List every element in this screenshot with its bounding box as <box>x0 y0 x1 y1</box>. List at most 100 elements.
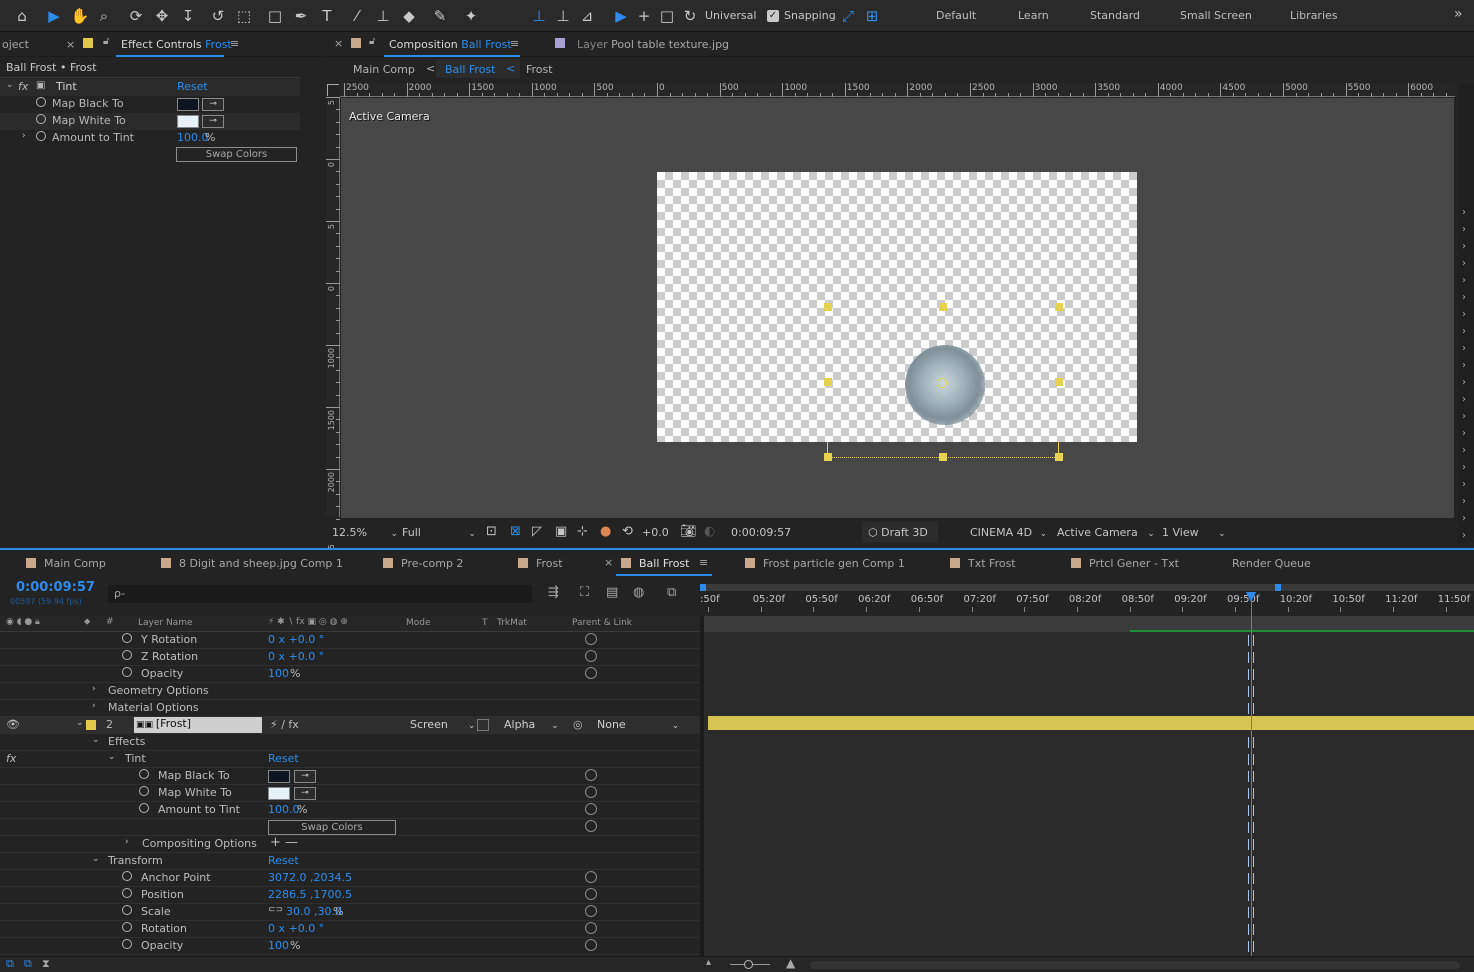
reset-link[interactable]: Reset <box>177 80 208 93</box>
expand-icon[interactable]: › <box>92 684 96 694</box>
pick-whip-icon[interactable] <box>585 888 597 900</box>
timeline-tab-digit-sheep[interactable]: 8 Digit and sheep.jpg Comp 1 <box>161 557 343 570</box>
modes-toggle-icon[interactable]: ⧉ <box>24 957 32 971</box>
layer-search-input[interactable]: ρ- <box>108 585 532 603</box>
timeline-scrollbar[interactable] <box>810 961 1460 969</box>
ruler-origin[interactable] <box>327 84 339 96</box>
timeline-tab-precomp2[interactable]: Pre-comp 2 <box>383 557 463 570</box>
timeline-tab-frost[interactable]: Frost <box>518 557 563 570</box>
collapsed-panel-arrow-icon[interactable]: › <box>1462 326 1466 337</box>
reset-link[interactable]: Reset <box>268 854 299 867</box>
lock-icon[interactable]: 🔓︎ <box>369 36 375 47</box>
timeline-timecode[interactable]: 0:00:09:57 <box>16 580 95 595</box>
expand-icon[interactable]: › <box>22 131 26 141</box>
eyedropper-icon[interactable]: ⊸ <box>294 787 316 800</box>
expand-icon[interactable]: › <box>92 701 96 711</box>
color-swatch-white[interactable] <box>177 115 199 128</box>
flow-frost[interactable]: Frost <box>526 63 553 76</box>
stopwatch-icon[interactable] <box>122 905 132 918</box>
eye-visibility-icon[interactable]: 👁︎ <box>6 718 20 731</box>
transform-handle[interactable] <box>939 453 947 461</box>
prop-value[interactable]: 100.0 <box>268 803 300 816</box>
trkmat-header[interactable]: TrkMat <box>497 618 527 628</box>
layer-name-header[interactable]: Layer Name <box>138 618 193 628</box>
mode-header[interactable]: Mode <box>406 618 431 628</box>
comp-canvas[interactable] <box>657 172 1137 442</box>
prop-value[interactable]: 100 <box>268 939 289 952</box>
parent-dropdown[interactable]: None ⌄ <box>597 718 679 731</box>
panel-menu-icon[interactable]: ≡ <box>510 37 519 50</box>
group-effects[interactable]: ⌄ Effects <box>0 734 700 751</box>
stopwatch-icon[interactable] <box>139 786 149 799</box>
eyedropper-icon[interactable]: ⊸ <box>202 115 224 128</box>
magnification-dropdown[interactable]: 12.5% ⌄ <box>332 526 398 544</box>
workspace-standard[interactable]: Standard <box>1090 9 1140 22</box>
collapsed-panel-arrow-icon[interactable]: › <box>1462 258 1466 269</box>
close-tab-icon[interactable]: × <box>66 38 75 51</box>
transparency-grid-icon[interactable]: ⊠ <box>510 524 521 542</box>
collapsed-panel-arrow-icon[interactable]: › <box>1462 241 1466 252</box>
av-switch-icons[interactable]: ◉ ◖ ● 🔒︎ <box>6 617 40 627</box>
transform-handle[interactable] <box>824 378 832 386</box>
add-remove-mask-icon[interactable]: + — <box>270 835 298 850</box>
stopwatch-icon[interactable] <box>36 97 46 110</box>
draft3d-toggle[interactable]: ⬡ Draft 3D <box>868 526 928 544</box>
collapsed-panel-arrow-icon[interactable]: › <box>1462 462 1466 473</box>
color-swatch-black[interactable] <box>177 98 199 111</box>
mask-visibility-icon[interactable]: ◸ <box>532 524 542 542</box>
timeline-tab-ball-frost[interactable]: Ball Frost <box>621 557 689 570</box>
shy-layers-icon[interactable]: ▤ <box>606 585 618 600</box>
color-swatch-black[interactable] <box>268 770 290 783</box>
brush-tool-icon[interactable]: ⁄ <box>347 6 367 26</box>
move-3d-icon[interactable]: + <box>634 6 654 26</box>
collapsed-panel-arrow-icon[interactable]: › <box>1462 309 1466 320</box>
zoom-out-icon[interactable]: ▴ <box>706 957 711 968</box>
constrain-proportions-icon[interactable]: ⊂⊃ <box>268 905 283 915</box>
zoom-in-icon[interactable]: ▲ <box>786 956 795 970</box>
type-tool-icon[interactable]: T <box>317 6 337 26</box>
collapsed-panel-arrow-icon[interactable]: › <box>1462 360 1466 371</box>
stopwatch-icon[interactable] <box>139 803 149 816</box>
anchor-point-icon[interactable] <box>937 378 947 388</box>
work-area-bar[interactable] <box>704 584 1474 591</box>
eyedropper-icon[interactable]: ⊸ <box>294 770 316 783</box>
effect-row-tint[interactable]: ⌄ fx ▣ Tint Reset <box>0 79 300 96</box>
group-compositing-options[interactable]: › Compositing Options + — <box>0 835 700 853</box>
playhead-marker[interactable] <box>1245 592 1256 602</box>
grid-guides-icon[interactable]: ⊹ <box>577 524 588 542</box>
color-swatch-white[interactable] <box>268 787 290 800</box>
eraser-tool-icon[interactable]: ◆ <box>399 6 419 26</box>
amount-value[interactable]: 100.0 <box>177 131 209 144</box>
prop-value[interactable]: 0 x +0.0 ° <box>268 633 324 646</box>
parent-header[interactable]: Parent & Link <box>572 618 632 628</box>
pick-whip-icon[interactable] <box>585 803 597 815</box>
selection-tool-icon[interactable]: ▶ <box>44 6 64 26</box>
collapsed-panel-arrow-icon[interactable]: › <box>1462 513 1466 524</box>
group-geometry-options[interactable]: › Geometry Options <box>0 683 700 700</box>
stopwatch-icon[interactable] <box>122 650 132 663</box>
eyedropper-icon[interactable]: ⊸ <box>202 98 224 111</box>
pan-camera-icon[interactable]: ✥ <box>152 6 172 26</box>
workspace-learn[interactable]: Learn <box>1018 9 1049 22</box>
show-snapshot-icon[interactable]: ◐ <box>704 524 715 542</box>
render-queue-tab[interactable]: Render Queue <box>1232 557 1311 570</box>
orbit-camera-icon[interactable]: ⟳ <box>126 6 146 26</box>
collapsed-panel-arrow-icon[interactable]: › <box>1462 377 1466 388</box>
expand-icon[interactable]: › <box>125 837 129 847</box>
comp-viewer[interactable]: Active Camera <box>341 98 1454 518</box>
transform-handle[interactable] <box>824 303 832 311</box>
timeline-tab-main-comp[interactable]: Main Comp <box>26 557 106 570</box>
collapsed-panel-arrow-icon[interactable]: › <box>1462 530 1466 541</box>
label-color-swatch[interactable] <box>86 720 96 730</box>
preserve-transparency-checkbox[interactable] <box>477 719 489 731</box>
snap-edge-icon[interactable]: ⤢ <box>838 6 858 26</box>
prop-value[interactable]: 2286.5 ,1700.5 <box>268 888 352 901</box>
layer-name-field[interactable]: ▣▣ [Frost] <box>134 717 262 733</box>
layer-switches-toggle-icon[interactable]: ⧉ <box>6 957 14 971</box>
effect-controls-tab[interactable]: Effect Controls Frost <box>121 38 232 51</box>
zoom-tool-icon[interactable]: ⌕ <box>94 6 114 26</box>
collapsed-panel-arrow-icon[interactable]: › <box>1462 224 1466 235</box>
stopwatch-icon[interactable] <box>122 667 132 680</box>
stopwatch-icon[interactable] <box>139 769 149 782</box>
group-material-options[interactable]: › Material Options <box>0 700 700 717</box>
